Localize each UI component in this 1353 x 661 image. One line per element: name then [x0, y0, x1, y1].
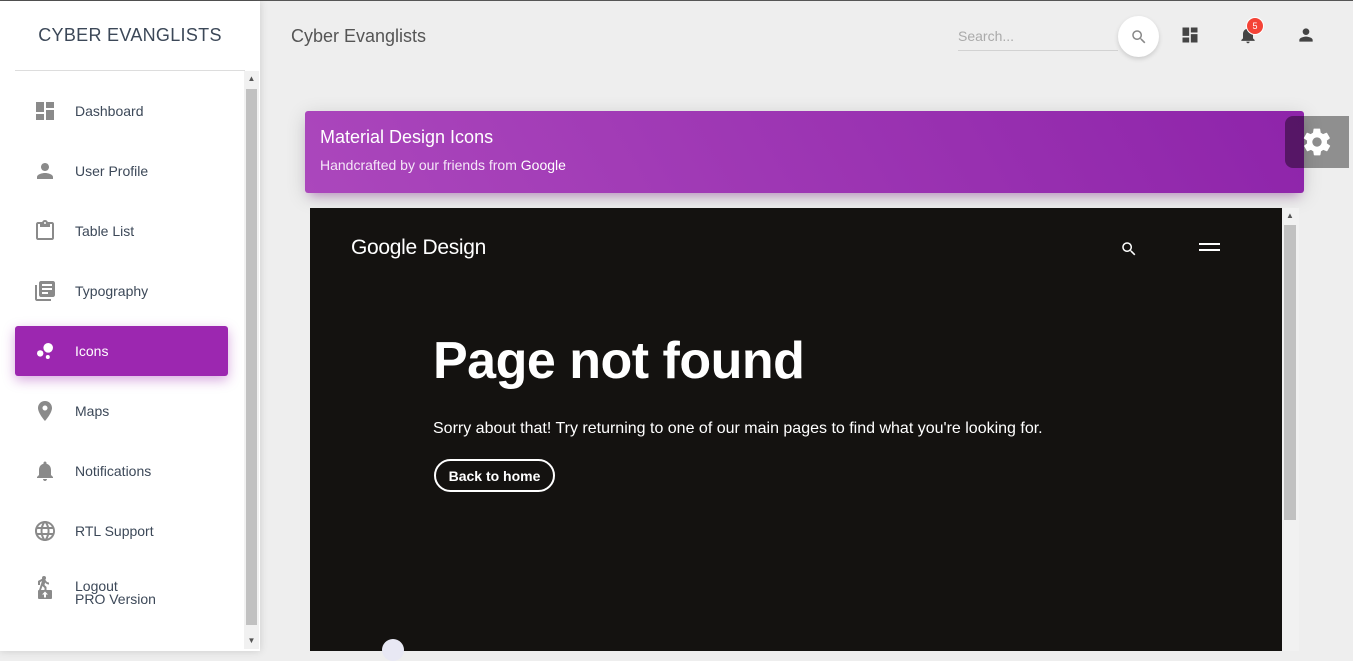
sidebar-item-icons[interactable]: Icons [15, 326, 228, 376]
library-books-icon [32, 278, 58, 304]
card-header: Material Design Icons Handcrafted by our… [305, 111, 1304, 193]
sidebar-scrollbar[interactable]: ▲ ▼ [244, 71, 259, 649]
sidebar-item-maps[interactable]: Maps [15, 386, 228, 436]
sidebar-item-label: Typography [75, 283, 149, 299]
scroll-down-arrow-icon[interactable]: ▼ [247, 636, 256, 645]
not-found-message: Sorry about that! Try returning to one o… [433, 420, 1043, 437]
card-title: Material Design Icons [320, 127, 494, 147]
scroll-up-arrow-icon[interactable]: ▲ [247, 74, 256, 83]
person-icon [32, 158, 58, 184]
floating-dot[interactable] [382, 639, 404, 661]
dashboard-icon [1182, 27, 1198, 43]
google-design-logo[interactable]: Google Design [351, 236, 486, 260]
logout-upgrade-icon [32, 574, 58, 600]
sidebar: CYBER EVANGLISTS Dashboard User Profile … [0, 1, 260, 651]
sidebar-item-label: Maps [75, 403, 110, 419]
sidebar-nav: Dashboard User Profile Table List Typogr… [0, 86, 243, 632]
search-field-wrapper [958, 21, 1118, 51]
top-navbar: Cyber Evanglists 5 [260, 1, 1353, 71]
iframe-search-button[interactable] [1120, 240, 1138, 258]
sidebar-item-label: User Profile [75, 163, 149, 179]
iframe-scrollbar-thumb[interactable] [1284, 225, 1296, 520]
account-button[interactable] [1294, 23, 1318, 47]
dashboard-icon [32, 98, 58, 124]
notification-count-badge: 5 [1246, 17, 1264, 35]
search-icon [1131, 29, 1145, 43]
bubble-chart-icon [32, 338, 58, 364]
back-to-home-button[interactable]: Back to home [434, 459, 555, 492]
globe-icon [32, 518, 58, 544]
location-pin-icon [32, 398, 58, 424]
clipboard-icon [32, 218, 58, 244]
google-link[interactable]: Google [521, 157, 566, 173]
gear-icon [1303, 128, 1331, 156]
scroll-up-arrow-icon[interactable]: ▲ [1286, 211, 1294, 220]
search-button[interactable] [1118, 16, 1159, 57]
sidebar-item-logout[interactable]: Logout PRO Version [15, 566, 228, 622]
card-subtitle-text: Handcrafted by our friends from [320, 157, 521, 173]
not-found-heading: Page not found [433, 332, 805, 390]
search-icon [1122, 242, 1136, 256]
sidebar-scrollbar-thumb[interactable] [246, 89, 257, 625]
card-subtitle: Handcrafted by our friends from Google [320, 157, 1289, 173]
sidebar-item-typography[interactable]: Typography [15, 266, 228, 316]
pro-version-label: PRO Version [75, 591, 156, 607]
sidebar-item-label: Dashboard [75, 103, 144, 119]
settings-toggle[interactable] [1285, 116, 1349, 168]
hamburger-menu-icon[interactable] [1199, 243, 1220, 255]
dashboard-icon-button[interactable] [1178, 23, 1202, 47]
brand-title[interactable]: CYBER EVANGLISTS [15, 1, 245, 71]
sidebar-item-label: Notifications [75, 463, 152, 479]
search-input[interactable] [958, 21, 1118, 50]
page-title[interactable]: Cyber Evanglists [291, 26, 426, 47]
sidebar-item-table-list[interactable]: Table List [15, 206, 228, 256]
sidebar-item-notifications[interactable]: Notifications [15, 446, 228, 496]
sidebar-item-rtl-support[interactable]: RTL Support [15, 506, 228, 556]
iframe-scrollbar[interactable]: ▲ [1282, 208, 1299, 651]
bell-icon [32, 458, 58, 484]
sidebar-item-dashboard[interactable]: Dashboard [15, 86, 228, 136]
person-icon [1299, 28, 1313, 42]
sidebar-item-label: Icons [75, 343, 109, 359]
sidebar-item-label: Table List [75, 223, 135, 239]
embedded-google-design-frame: Google Design Page not found Sorry about… [310, 208, 1282, 661]
sidebar-item-user-profile[interactable]: User Profile [15, 146, 228, 196]
sidebar-item-label: RTL Support [75, 523, 154, 539]
